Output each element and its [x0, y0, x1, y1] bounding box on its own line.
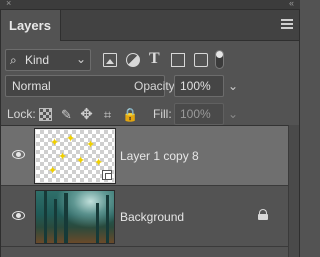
fill-value: 100% [180, 107, 211, 121]
type-filter-icon[interactable]: T [149, 50, 160, 68]
fill-label: Fill: [153, 107, 172, 121]
layer-list: ✦ ✦ ✦ ✦ ✦ ✦ ✦ Layer 1 copy 8 Background [1, 125, 288, 257]
kind-filter-dropdown[interactable]: ⌕ Kind ⌄ [5, 49, 91, 71]
tab-layers[interactable]: Layers [1, 10, 61, 41]
hamburger-menu-icon[interactable] [281, 19, 293, 31]
lock-position-icon[interactable]: ✥ [80, 107, 93, 122]
smart-object-filter-icon[interactable] [194, 53, 208, 67]
layer-thumbnail[interactable] [35, 190, 115, 244]
image-filter-icon[interactable] [103, 53, 117, 67]
chevron-down-icon: ⌄ [75, 52, 86, 66]
visibility-eye-icon[interactable] [12, 211, 25, 220]
close-panel-icon[interactable]: × [6, 0, 11, 8]
butterfly-icon: ✦ [66, 133, 76, 145]
butterfly-icon: ✦ [86, 139, 96, 151]
butterfly-icon: ✦ [48, 165, 58, 177]
collapse-panel-icon[interactable]: « [289, 0, 294, 8]
layer-name[interactable]: Background [120, 210, 184, 224]
layer-name[interactable]: Layer 1 copy 8 [120, 149, 199, 163]
shape-filter-icon[interactable] [171, 53, 185, 67]
layers-panel: Layers ⌕ Kind ⌄ T Normal Opacity: 100% ⌄… [0, 9, 300, 257]
lock-image-pixels-icon[interactable]: ✎ [60, 108, 73, 121]
butterfly-icon: ✦ [94, 157, 104, 169]
butterfly-icon: ✦ [50, 137, 60, 149]
tree-shape [54, 199, 57, 243]
filter-row: ⌕ Kind ⌄ T [1, 47, 299, 73]
fill-dropdown-arrow-icon[interactable]: ⌄ [228, 107, 238, 121]
kind-filter-label: Kind [25, 53, 50, 67]
layer-row[interactable]: Background [1, 187, 288, 247]
lock-row: Lock: ✎ ✥ ⌗ 🔒 Fill: 100% ⌄ [1, 103, 299, 127]
panel-tab-bar: Layers [1, 10, 299, 41]
visibility-eye-icon[interactable] [12, 150, 25, 159]
opacity-value: 100% [180, 79, 211, 93]
layer-row[interactable]: ✦ ✦ ✦ ✦ ✦ ✦ ✦ Layer 1 copy 8 [1, 126, 288, 186]
lock-icon [258, 209, 268, 220]
opacity-input[interactable]: 100% [174, 75, 224, 97]
blend-mode-value: Normal [12, 79, 51, 93]
opacity-dropdown-arrow-icon[interactable]: ⌄ [228, 79, 238, 93]
tab-layers-label: Layers [9, 18, 51, 33]
blend-row: Normal Opacity: 100% ⌄ [1, 74, 299, 98]
fill-input[interactable]: 100% [174, 103, 224, 125]
lock-label: Lock: [7, 107, 36, 121]
window-title-strip: × « [0, 0, 300, 9]
smart-object-badge-icon [102, 170, 112, 180]
tree-shape [106, 195, 109, 243]
layer-thumbnail[interactable]: ✦ ✦ ✦ ✦ ✦ ✦ ✦ [34, 128, 116, 184]
search-icon: ⌕ [10, 53, 17, 67]
layer-list-scrollbar[interactable] [288, 125, 299, 257]
lock-artboard-icon[interactable]: ⌗ [101, 108, 114, 121]
tree-shape [64, 193, 68, 243]
butterfly-icon: ✦ [76, 155, 86, 167]
tree-shape [44, 191, 47, 243]
butterfly-icon: ✦ [58, 151, 68, 163]
lock-all-icon[interactable]: 🔒 [122, 108, 138, 121]
lock-transparent-pixels-icon[interactable] [39, 108, 52, 121]
opacity-label: Opacity: [134, 79, 179, 93]
filter-toggle-switch[interactable] [215, 50, 224, 69]
adjustment-filter-icon[interactable] [126, 53, 140, 67]
tree-shape [96, 203, 99, 243]
